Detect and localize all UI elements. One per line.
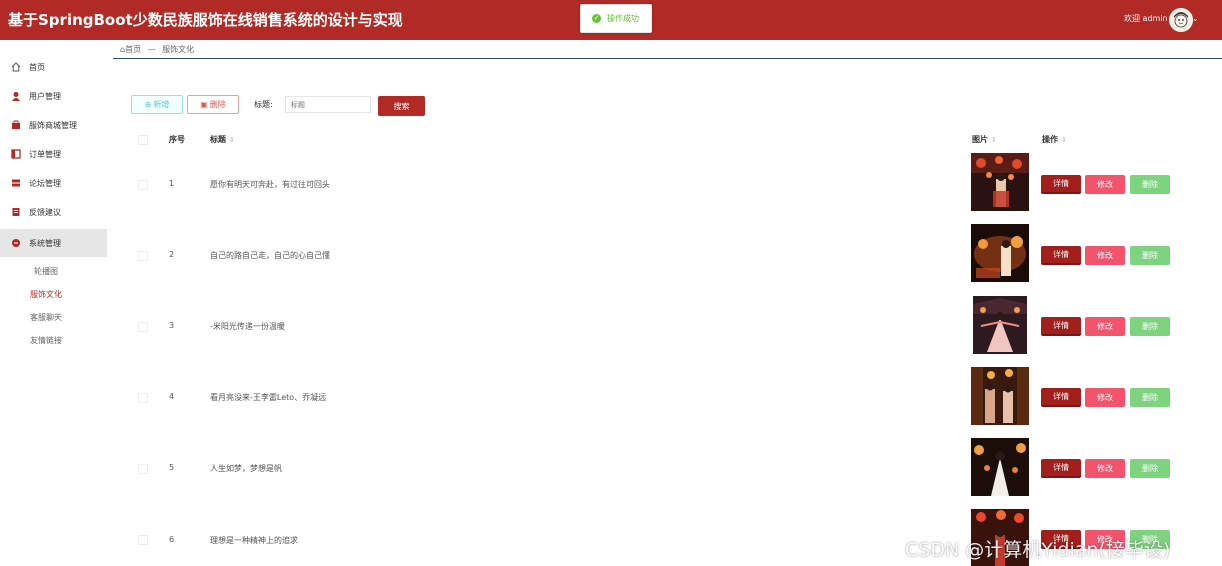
column-header-title[interactable]: 标题 ⇕	[210, 134, 235, 145]
sidebar: 首页 用户管理 服饰商城管理 订单管理 论坛管理 反馈建议 系统管理 轮播图 服…	[0, 41, 107, 566]
order-icon	[10, 148, 22, 160]
row-title: 自己的路自己走，自己的心自己懂	[210, 251, 330, 260]
sort-icon[interactable]: ⇕	[1061, 136, 1067, 144]
delete-button[interactable]: 删除	[1130, 459, 1170, 478]
plus-icon: ⊕	[144, 100, 152, 109]
row-image	[971, 367, 1029, 425]
edit-button[interactable]: 修改	[1085, 317, 1125, 336]
row-index: 4	[169, 392, 175, 401]
delete-button[interactable]: 删除	[1130, 388, 1170, 407]
sidebar-item-label: 服饰商城管理	[29, 120, 77, 130]
row-title: -米阳光传递一份温暖	[210, 322, 285, 331]
breadcrumb-separator: —	[147, 45, 156, 54]
row-checkbox[interactable]	[138, 535, 148, 545]
delete-button[interactable]: 删除	[1130, 175, 1170, 194]
sidebar-subitem-friend-links[interactable]: 友情链接	[30, 335, 62, 346]
detail-button[interactable]: 详情	[1041, 317, 1081, 336]
breadcrumb: ⌂首页 — 服饰文化	[120, 44, 194, 55]
detail-button[interactable]: 详情	[1041, 175, 1081, 194]
app-title: 基于SpringBoot少数民族服饰在线销售系统的设计与实现	[8, 11, 403, 29]
sidebar-item-label: 订单管理	[29, 149, 61, 159]
add-button-label: 新增	[153, 100, 170, 109]
edit-button[interactable]: 修改	[1085, 388, 1125, 407]
row-checkbox[interactable]	[138, 464, 148, 474]
toast-message: 操作成功	[607, 14, 639, 23]
success-toast: ✓ 操作成功	[580, 4, 652, 33]
sidebar-item-forum[interactable]: 论坛管理	[0, 169, 107, 197]
row-checkbox[interactable]	[138, 322, 148, 332]
sidebar-item-label: 首页	[29, 62, 45, 72]
check-circle-icon: ✓	[592, 14, 601, 23]
home-icon	[10, 61, 22, 73]
welcome-text: 欢迎 admin	[1124, 14, 1168, 23]
detail-button[interactable]: 详情	[1041, 459, 1081, 478]
row-title: 理想是一种精神上的追求	[210, 536, 298, 545]
batch-delete-button[interactable]: ▣ 删除	[187, 95, 239, 114]
row-index: 5	[169, 463, 175, 472]
row-image	[973, 296, 1027, 354]
sidebar-item-label: 论坛管理	[29, 178, 61, 188]
delete-button[interactable]: 删除	[1130, 246, 1170, 265]
sidebar-item-system[interactable]: 系统管理	[0, 229, 107, 257]
sidebar-item-home[interactable]: 首页	[0, 53, 107, 81]
breadcrumb-current: 服饰文化	[162, 45, 195, 54]
row-title: 看月亮没来-王李雷Leto、乔凝远	[210, 393, 327, 402]
edit-button[interactable]: 修改	[1085, 175, 1125, 194]
search-label: 标题:	[254, 100, 273, 109]
search-input[interactable]	[285, 96, 371, 113]
breadcrumb-home[interactable]: 首页	[125, 45, 141, 54]
row-title: 人生如梦，梦想是帆	[210, 464, 282, 473]
select-all-checkbox[interactable]	[138, 135, 148, 145]
row-index: 2	[169, 250, 175, 259]
column-header-image-label: 图片	[972, 135, 988, 144]
avatar-face-icon	[1170, 9, 1192, 31]
delete-button-label: 删除	[209, 100, 226, 109]
row-checkbox[interactable]	[138, 393, 148, 403]
sort-icon[interactable]: ⇕	[229, 136, 235, 144]
chevron-down-icon[interactable]: ⌄	[1192, 14, 1199, 23]
delete-button[interactable]: 删除	[1130, 317, 1170, 336]
feedback-icon	[10, 206, 22, 218]
avatar[interactable]	[1169, 8, 1193, 32]
row-image	[971, 224, 1029, 282]
forum-icon	[10, 177, 22, 189]
row-title: 愿你有明天可奔赴，有过往可回头	[210, 180, 330, 189]
add-button[interactable]: ⊕ 新增	[131, 95, 183, 114]
sidebar-subitem-carousel[interactable]: 轮播图	[34, 266, 58, 277]
edit-button[interactable]: 修改	[1085, 246, 1125, 265]
row-index: 6	[169, 535, 175, 544]
system-icon	[10, 237, 22, 249]
sort-icon[interactable]: ⇕	[991, 136, 997, 144]
user-icon	[10, 90, 22, 102]
shop-icon	[10, 119, 22, 131]
search-button[interactable]: 搜索	[378, 96, 425, 116]
sidebar-item-orders[interactable]: 订单管理	[0, 140, 107, 168]
breadcrumb-divider	[113, 58, 1222, 59]
sidebar-item-users[interactable]: 用户管理	[0, 82, 107, 110]
edit-button[interactable]: 修改	[1085, 459, 1125, 478]
column-header-title-label: 标题	[210, 135, 226, 144]
sidebar-subitem-costume-culture[interactable]: 服饰文化	[30, 289, 62, 300]
sidebar-item-label: 反馈建议	[29, 207, 61, 217]
column-header-index: 序号	[169, 135, 185, 144]
row-checkbox[interactable]	[138, 180, 148, 190]
sidebar-item-shop[interactable]: 服饰商城管理	[0, 111, 107, 139]
sidebar-item-feedback[interactable]: 反馈建议	[0, 198, 107, 226]
row-index: 3	[169, 321, 175, 330]
detail-button[interactable]: 详情	[1041, 388, 1081, 407]
row-image	[971, 438, 1029, 496]
column-header-actions[interactable]: 操作 ⇕	[1042, 134, 1067, 145]
row-checkbox[interactable]	[138, 251, 148, 261]
watermark: CSDN @计算机Yidian(接毕设)	[905, 539, 1171, 561]
sidebar-item-label: 用户管理	[29, 91, 61, 101]
row-image	[971, 153, 1029, 211]
row-index: 1	[169, 179, 175, 188]
column-header-image[interactable]: 图片 ⇕	[972, 134, 997, 145]
column-header-actions-label: 操作	[1042, 135, 1058, 144]
detail-button[interactable]: 详情	[1041, 246, 1081, 265]
sidebar-subitem-support-chat[interactable]: 客服聊天	[30, 312, 62, 323]
trash-icon: ▣	[200, 100, 208, 109]
sidebar-item-label: 系统管理	[29, 238, 61, 248]
